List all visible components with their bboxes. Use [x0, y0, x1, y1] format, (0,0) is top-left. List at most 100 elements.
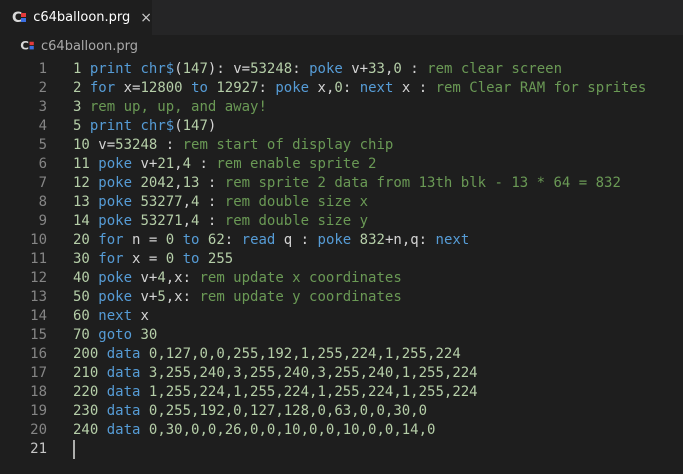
code-text[interactable]: 230 data 0,255,192,0,127,128,0,63,0,0,30…: [73, 402, 427, 421]
code-token: data: [106, 403, 141, 419]
code-line[interactable]: 9 14 poke 53271,4 : rem double size y: [0, 212, 683, 231]
code-token: ): v=: [207, 61, 251, 77]
code-token: :: [401, 61, 428, 77]
code-editor[interactable]: 11 print chr$(147): v=53248: poke v+33,0…: [0, 60, 683, 474]
code-token: 210: [73, 365, 99, 381]
code-text[interactable]: 40 poke v+4,x: rem update x coordinates: [73, 269, 402, 288]
code-line[interactable]: 17 210 data 3,255,240,3,255,240,3,255,240…: [0, 364, 683, 383]
code-line[interactable]: 2 2 for x=12800 to 12927: poke x,0: next …: [0, 79, 683, 98]
code-line[interactable]: 7 12 poke 2042,13 : rem sprite 2 data fro…: [0, 174, 683, 193]
code-token: 200: [73, 346, 99, 362]
line-number: 7: [38, 175, 47, 191]
code-token: v+: [132, 289, 158, 305]
code-token: 4: [157, 270, 166, 286]
code-line[interactable]: 11 30 for x = 0 to 255: [0, 250, 683, 269]
code-text[interactable]: 12 poke 2042,13 : rem sprite 2 data from…: [73, 174, 621, 193]
code-token: chr$: [140, 118, 175, 134]
code-token: q :: [275, 232, 318, 248]
code-text[interactable]: 70 goto 30: [73, 326, 157, 345]
code-token: poke: [98, 289, 133, 305]
code-token: :: [199, 194, 225, 210]
code-token: 33: [368, 61, 385, 77]
code-token: 0: [165, 232, 175, 248]
close-icon[interactable]: ×: [140, 10, 152, 26]
code-token: x =: [123, 251, 166, 267]
code-text[interactable]: 1 print chr$(147): v=53248: poke v+33,0 …: [73, 60, 562, 79]
breadcrumb-file[interactable]: c64balloon.prg: [41, 39, 138, 54]
code-line[interactable]: 16 200 data 0,127,0,0,255,192,1,255,224,1…: [0, 345, 683, 364]
code-line[interactable]: 1 1 print chr$(147): v=53248: poke v+33,0…: [0, 60, 683, 79]
code-text[interactable]: 3 rem up, up, and away!: [73, 98, 267, 117]
line-number: 3: [38, 99, 47, 115]
code-token: poke: [98, 175, 133, 191]
line-number: 18: [30, 384, 47, 400]
c64-file-icon: C: [20, 39, 34, 53]
code-line[interactable]: 8 13 poke 53277,4 : rem double size x: [0, 193, 683, 212]
code-text[interactable]: 50 poke v+5,x: rem update y coordinates: [73, 288, 402, 307]
code-line[interactable]: 12 40 poke v+4,x: rem update x coordinate…: [0, 269, 683, 288]
code-token: rem update y coordinates: [199, 289, 402, 305]
code-text[interactable]: 200 data 0,127,0,0,255,192,1,255,224,1,2…: [73, 345, 461, 364]
code-text[interactable]: 20 for n = 0 to 62: read q : poke 832+n,…: [73, 231, 469, 250]
code-token: poke: [275, 80, 310, 96]
code-line[interactable]: 21: [0, 440, 683, 459]
code-token: ): [207, 118, 217, 134]
code-line[interactable]: 4 5 print chr$(147): [0, 117, 683, 136]
code-line[interactable]: 15 70 goto 30: [0, 326, 683, 345]
code-text[interactable]: 60 next x: [73, 307, 149, 326]
code-token: :: [199, 175, 225, 191]
code-token: 12: [73, 175, 90, 191]
code-text[interactable]: 30 for x = 0 to 255: [73, 250, 233, 269]
code-line[interactable]: 10 20 for n = 0 to 62: read q : poke 832+…: [0, 231, 683, 250]
code-token: for: [89, 80, 116, 96]
breadcrumb[interactable]: C c64balloon.prg: [0, 35, 683, 57]
code-text[interactable]: 220 data 1,255,224,1,255,224,1,255,224,1…: [73, 383, 478, 402]
code-line[interactable]: 20 240 data 0,30,0,0,26,0,0,10,0,0,10,0,0…: [0, 421, 683, 440]
code-token: 220: [73, 384, 99, 400]
code-line[interactable]: 3 3 rem up, up, and away!: [0, 98, 683, 117]
code-text[interactable]: 13 poke 53277,4 : rem double size x: [73, 193, 368, 212]
code-token: 11: [73, 156, 90, 172]
code-token: 0: [165, 251, 175, 267]
code-text[interactable]: 11 poke v+21,4 : rem enable sprite 2: [73, 155, 377, 174]
line-number: 20: [30, 422, 47, 438]
line-number: 13: [30, 289, 47, 305]
editor-tab[interactable]: C c64balloon.prg ×: [0, 0, 152, 35]
code-line[interactable]: 18 220 data 1,255,224,1,255,224,1,255,224…: [0, 383, 683, 402]
line-number: 16: [30, 346, 47, 362]
code-token: 53248: [250, 61, 293, 77]
code-token: rem Clear RAM for sprites: [435, 80, 647, 96]
code-token: 255: [207, 251, 234, 267]
code-token: poke: [98, 156, 133, 172]
code-token: 230: [73, 403, 99, 419]
code-token: rem double size x: [224, 194, 369, 210]
code-text[interactable]: [73, 440, 75, 459]
code-token: +n,q:: [384, 232, 436, 248]
code-text[interactable]: 5 print chr$(147): [73, 117, 216, 136]
code-token: 2042: [140, 175, 175, 191]
code-text[interactable]: 10 v=53248 : rem start of display chip: [73, 136, 393, 155]
code-text[interactable]: 210 data 3,255,240,3,255,240,3,255,240,1…: [73, 364, 478, 383]
code-line[interactable]: 6 11 poke v+21,4 : rem enable sprite 2: [0, 155, 683, 174]
code-token: :: [258, 80, 276, 96]
code-token: 53277: [140, 194, 183, 210]
code-text[interactable]: 240 data 0,30,0,0,26,0,0,10,0,0,10,0,0,1…: [73, 421, 435, 440]
code-line[interactable]: 14 60 next x: [0, 307, 683, 326]
code-token: ,x:: [165, 270, 200, 286]
code-token: 14: [73, 213, 90, 229]
code-text[interactable]: 2 for x=12800 to 12927: poke x,0: next x…: [73, 79, 646, 98]
code-line[interactable]: 19 230 data 0,255,192,0,127,128,0,63,0,0,…: [0, 402, 683, 421]
code-line[interactable]: 13 50 poke v+5,x: rem update y coordinate…: [0, 288, 683, 307]
code-token: to: [191, 80, 208, 96]
code-text[interactable]: 14 poke 53271,4 : rem double size y: [73, 212, 368, 231]
code-line[interactable]: 5 10 v=53248 : rem start of display chip: [0, 136, 683, 155]
